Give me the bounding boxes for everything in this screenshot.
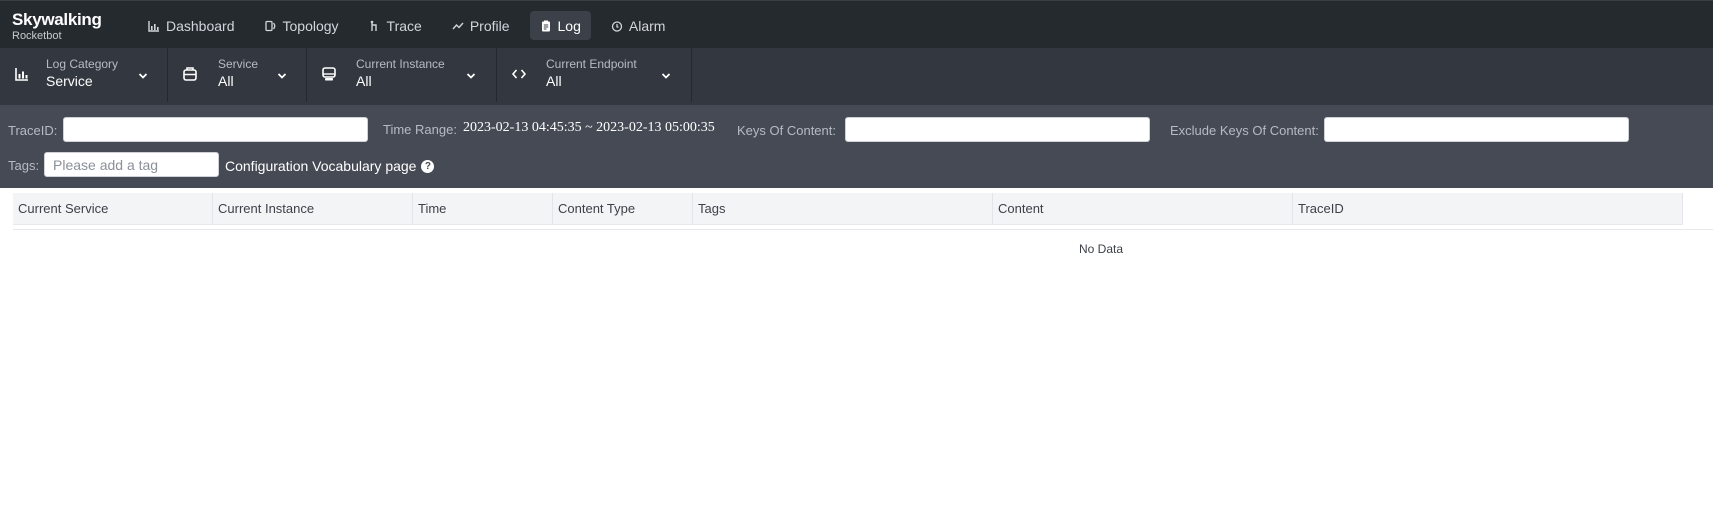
trace-id-input[interactable] xyxy=(63,117,368,142)
nav-item-alarm[interactable]: Alarm xyxy=(601,11,676,40)
keys-of-content-input[interactable] xyxy=(845,117,1150,142)
chevron-down-icon xyxy=(661,73,671,79)
log-category-value: Service xyxy=(46,73,93,89)
nav-item-topology[interactable]: Topology xyxy=(255,11,349,40)
instance-label: Current Instance xyxy=(356,57,445,71)
nav-label: Dashboard xyxy=(166,17,235,34)
column-header-current-instance: Current Instance xyxy=(213,193,413,224)
service-icon xyxy=(183,67,197,81)
endpoint-label: Current Endpoint xyxy=(546,57,637,71)
vocabulary-link-label: Configuration Vocabulary page xyxy=(225,158,417,174)
column-header-content-type: Content Type xyxy=(553,193,693,224)
nav-label: Profile xyxy=(469,17,510,34)
nav-item-profile[interactable]: Profile xyxy=(442,11,520,40)
help-icon[interactable]: ? xyxy=(421,159,435,173)
top-navbar: Skywalking Rocketbot Dashboard Topology … xyxy=(0,0,1713,48)
chevron-down-icon xyxy=(138,73,148,79)
endpoint-selector[interactable]: Current Endpoint All xyxy=(497,48,692,102)
nav-label: Alarm xyxy=(628,17,666,34)
nav-item-trace[interactable]: Trace xyxy=(359,11,432,40)
tags-label: Tags: xyxy=(8,158,40,173)
trend-icon xyxy=(452,20,464,32)
log-filters: TraceID: Time Range: 2023-02-13 04:45:35… xyxy=(0,105,1713,188)
log-category-label: Log Category xyxy=(46,57,119,71)
exclude-keys-input[interactable] xyxy=(1324,117,1629,142)
table-divider xyxy=(13,229,1713,230)
trace-icon xyxy=(369,20,381,32)
logo-subtitle: Rocketbot xyxy=(12,30,62,42)
log-category-selector[interactable]: Log Category Service xyxy=(0,48,168,102)
column-header-trace-id: TraceID xyxy=(1293,193,1683,224)
instance-icon xyxy=(322,67,336,81)
column-header-time: Time xyxy=(413,193,553,224)
alarm-clock-icon xyxy=(611,20,623,32)
endpoint-value: All xyxy=(546,73,562,89)
chevron-down-icon xyxy=(466,73,476,79)
nav-label: Log xyxy=(557,17,581,34)
column-header-tags: Tags xyxy=(693,193,993,224)
logo[interactable]: Skywalking Rocketbot xyxy=(12,10,102,43)
service-label: Service xyxy=(218,57,259,71)
table-header: Current Service Current Instance Time Co… xyxy=(13,193,1683,225)
logo-title: Skywalking xyxy=(12,10,102,29)
empty-state: No Data xyxy=(1079,242,1124,256)
instance-selector[interactable]: Current Instance All xyxy=(307,48,497,102)
code-icon xyxy=(511,69,527,79)
chevron-down-icon xyxy=(277,73,287,79)
instance-value: All xyxy=(356,73,372,89)
service-selector[interactable]: Service All xyxy=(168,48,307,102)
topology-icon xyxy=(264,20,277,32)
time-range-value[interactable]: 2023-02-13 04:45:35 ~ 2023-02-13 05:00:3… xyxy=(463,120,715,136)
column-header-content: Content xyxy=(993,193,1293,224)
bar-chart-icon xyxy=(148,20,160,32)
keys-of-content-label: Keys Of Content: xyxy=(737,123,836,138)
tags-input[interactable] xyxy=(44,152,219,177)
trace-id-label: TraceID: xyxy=(8,123,58,138)
nav-label: Trace xyxy=(386,17,422,34)
log-table: Current Service Current Instance Time Co… xyxy=(13,193,1683,225)
time-range-label: Time Range: xyxy=(383,122,457,137)
nav-item-dashboard[interactable]: Dashboard xyxy=(138,11,245,40)
selector-bar: Log Category Service Service All Current… xyxy=(0,48,1713,105)
nav-label: Topology xyxy=(282,17,339,34)
main-nav: Dashboard Topology Trace Profile Log Ala… xyxy=(138,11,675,40)
clipboard-icon xyxy=(540,20,552,32)
chart-icon xyxy=(15,68,28,81)
vocabulary-link[interactable]: Configuration Vocabulary page ? xyxy=(225,158,435,174)
exclude-keys-label: Exclude Keys Of Content: xyxy=(1170,123,1319,138)
service-value: All xyxy=(218,73,234,89)
column-header-current-service: Current Service xyxy=(13,193,213,224)
nav-item-log[interactable]: Log xyxy=(529,11,591,40)
